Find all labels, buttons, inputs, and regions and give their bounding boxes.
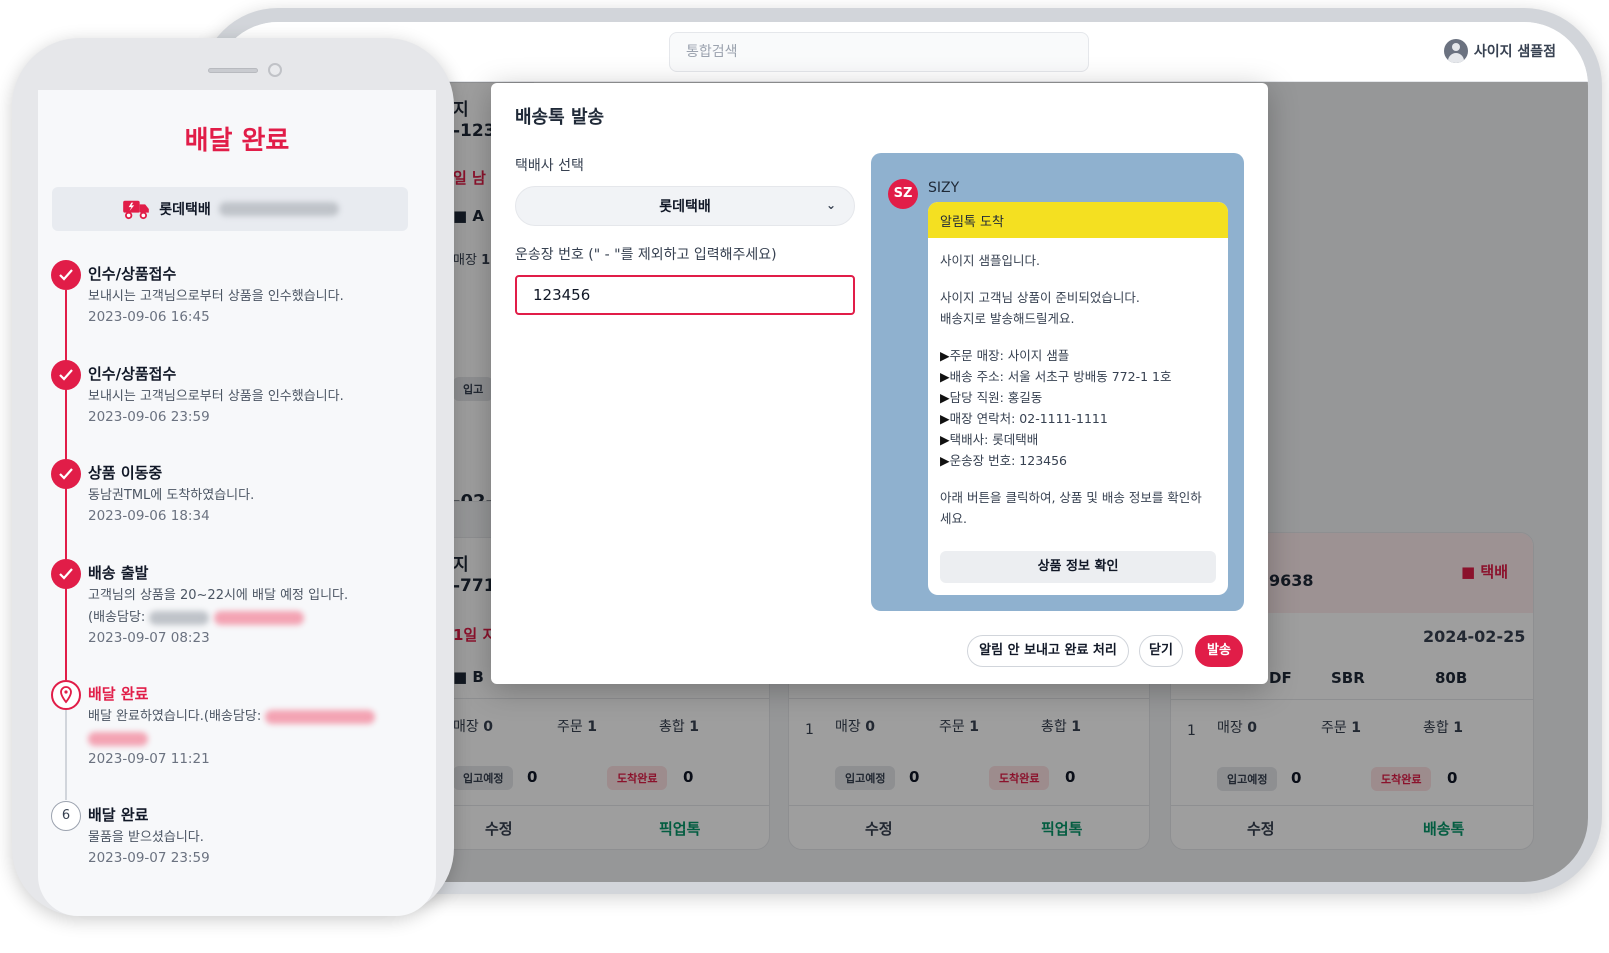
redacted-phone: [265, 709, 376, 724]
info-courier: 택배사: 롯데택배: [940, 429, 1216, 450]
footer-text: 아래 버튼을 클릭하여, 상품 및 배송 정보를 확인하 세요.: [940, 490, 1202, 526]
timeline-date: 2023-09-06 23:59: [88, 409, 210, 425]
courier-selected-value: 롯데택배: [659, 199, 711, 215]
message-preview: SZ SIZY 알림톡 도착 사이지 샘플입니다. 사이지 고객님 상품이 준비…: [871, 153, 1244, 611]
courier-label: 택배사 선택: [515, 158, 584, 174]
timeline-desc: 동남권TML에 도착하였습니다.: [88, 488, 255, 503]
message-bubble: 알림톡 도착 사이지 샘플입니다. 사이지 고객님 상품이 준비되었습니다. 배송…: [928, 202, 1228, 595]
modal-title: 배송톡 발송: [515, 107, 605, 128]
courier-select[interactable]: 롯데택배 ⌄: [515, 186, 855, 226]
phone-speaker: [208, 68, 258, 73]
check-icon: [51, 559, 81, 589]
carrier-name: 롯데택배: [159, 202, 211, 218]
tracking-number-redacted: [218, 202, 339, 216]
phone-screen: 배달 완료 롯데택배 인수/상품접수 보내시는 고객님으로부터 상품을 인수했습…: [38, 90, 436, 916]
timeline-desc: 배달 완료하였습니다.(배송담당:: [88, 706, 376, 750]
timeline-title: 배달 완료: [88, 685, 149, 703]
bubble-header: 알림톡 도착: [928, 202, 1228, 238]
truck-icon: [123, 200, 150, 220]
timeline-desc: 보내시는 고객님으로부터 상품을 인수했습니다.: [88, 289, 344, 304]
timeline-title: 인수/상품접수: [88, 365, 177, 383]
delivery-status-title: 배달 완료: [184, 126, 290, 156]
info-store: 주문 매장: 사이지 샘플: [940, 345, 1216, 366]
timeline-date: 2023-09-07 11:21: [88, 751, 210, 767]
timeline-desc: 물품을 받으셨습니다.: [88, 830, 204, 845]
delivery-talk-modal: 배송톡 발송 택배사 선택 롯데택배 ⌄ 운송장 번호 (" - "를 제외하고…: [491, 83, 1268, 684]
timeline-date: 2023-09-06 16:45: [88, 309, 210, 325]
complete-without-notify-button[interactable]: 알림 안 보내고 완료 처리: [967, 635, 1129, 667]
info-tracking: 운송장 번호: 123456: [940, 450, 1216, 471]
info-address: 배송 주소: 서울 서초구 방배동 772-1 1호: [940, 366, 1216, 387]
sender-avatar: SZ: [888, 179, 918, 209]
user-name: 사이지 샘플점: [1473, 44, 1556, 60]
chevron-down-icon: ⌄: [825, 198, 836, 212]
close-button[interactable]: 닫기: [1139, 635, 1183, 667]
phone-camera: [268, 63, 282, 77]
global-search-input[interactable]: 통합검색: [669, 32, 1089, 72]
timeline-title: 인수/상품접수: [88, 265, 177, 283]
redacted-text: [149, 610, 210, 625]
order-info-list: 주문 매장: 사이지 샘플 배송 주소: 서울 서초구 방배동 772-1 1호…: [940, 345, 1216, 471]
info-staff: 담당 직원: 홍길동: [940, 387, 1216, 408]
location-pin-icon: [51, 680, 81, 710]
check-icon: [51, 459, 81, 489]
send-button[interactable]: 발송: [1195, 635, 1243, 667]
user-menu[interactable]: 사이지 샘플점: [1443, 39, 1556, 63]
timeline-date: 2023-09-07 23:59: [88, 850, 210, 866]
product-info-button[interactable]: 상품 정보 확인: [940, 551, 1216, 583]
timeline-desc: 보내시는 고객님으로부터 상품을 인수했습니다.: [88, 389, 344, 404]
info-phone: 매장 연락처: 02-1111-1111: [940, 408, 1216, 429]
timeline-title: 배달 완료: [88, 806, 149, 824]
sender-name: SIZY: [928, 180, 960, 196]
check-icon: [51, 260, 81, 290]
user-avatar-icon: [1443, 39, 1468, 63]
timeline-title: 상품 이동중: [88, 464, 163, 482]
redacted-text: [88, 731, 148, 746]
timeline-line-pending: [65, 710, 67, 800]
greeting-text: 사이지 샘플입니다.: [940, 253, 1040, 268]
carrier-box: 롯데택배: [52, 187, 408, 231]
ready-text: 사이지 고객님 상품이 준비되었습니다. 배송지로 발송해드릴게요.: [940, 290, 1140, 326]
timeline-title: 배송 출발: [88, 564, 149, 582]
timeline-desc: 고객님의 상품을 20~22시에 배달 예정 입니다. (배송담당:: [88, 588, 349, 625]
timeline-date: 2023-09-06 18:34: [88, 508, 210, 524]
check-icon: [51, 360, 81, 390]
tracking-number-input[interactable]: [515, 275, 855, 315]
step-number: 6: [51, 801, 81, 831]
timeline-date: 2023-09-07 08:23: [88, 630, 210, 646]
redacted-phone: [213, 610, 304, 625]
tracking-label: 운송장 번호 (" - "를 제외하고 입력해주세요): [515, 247, 777, 263]
bubble-body: 사이지 샘플입니다. 사이지 고객님 상품이 준비되었습니다. 배송지로 발송해드…: [928, 238, 1228, 557]
